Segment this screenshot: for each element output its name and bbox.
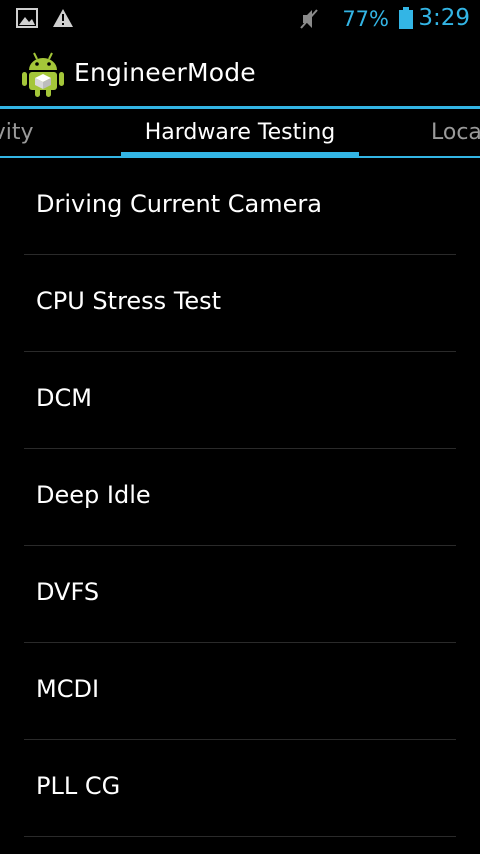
tab-hardware-testing[interactable]: Hardware Testing [121, 120, 359, 145]
list-item-cpu-stress-test[interactable]: CPU Stress Test [24, 255, 456, 352]
action-bar: EngineerMode [0, 38, 480, 107]
list-item-mcdi[interactable]: MCDI [24, 643, 456, 740]
status-bar: 77% 3:29 [0, 0, 480, 38]
list-item-deep-idle[interactable]: Deep Idle [24, 449, 456, 546]
warning-icon [52, 8, 74, 32]
android-icon[interactable] [22, 51, 64, 97]
list-item-pll-cg[interactable]: PLL CG [24, 740, 456, 837]
battery-icon [399, 7, 413, 29]
app-title: EngineerMode [74, 58, 256, 87]
list-item-label: Deep Idle [36, 481, 151, 509]
tab-previous[interactable]: tivity [0, 120, 34, 145]
list-item-label: DCM [36, 384, 92, 412]
battery-percent: 77% [342, 7, 389, 31]
tab-next[interactable]: Loca [431, 120, 480, 145]
mute-icon [298, 7, 320, 35]
list-item-dcm[interactable]: DCM [24, 352, 456, 449]
clock: 3:29 [418, 5, 470, 31]
list-item-label: CPU Stress Test [36, 287, 222, 315]
list-item-label: DVFS [36, 578, 100, 606]
hardware-testing-list: Driving Current Camera CPU Stress Test D… [0, 158, 480, 837]
list-item-label: MCDI [36, 675, 100, 703]
list-item-dvfs[interactable]: DVFS [24, 546, 456, 643]
image-icon [16, 8, 38, 32]
list-item-label: PLL CG [36, 772, 121, 800]
list-item-label: Driving Current Camera [36, 190, 322, 218]
list-item-driving-current-camera[interactable]: Driving Current Camera [24, 158, 456, 255]
tab-strip: tivity Hardware Testing Loca [0, 109, 480, 158]
